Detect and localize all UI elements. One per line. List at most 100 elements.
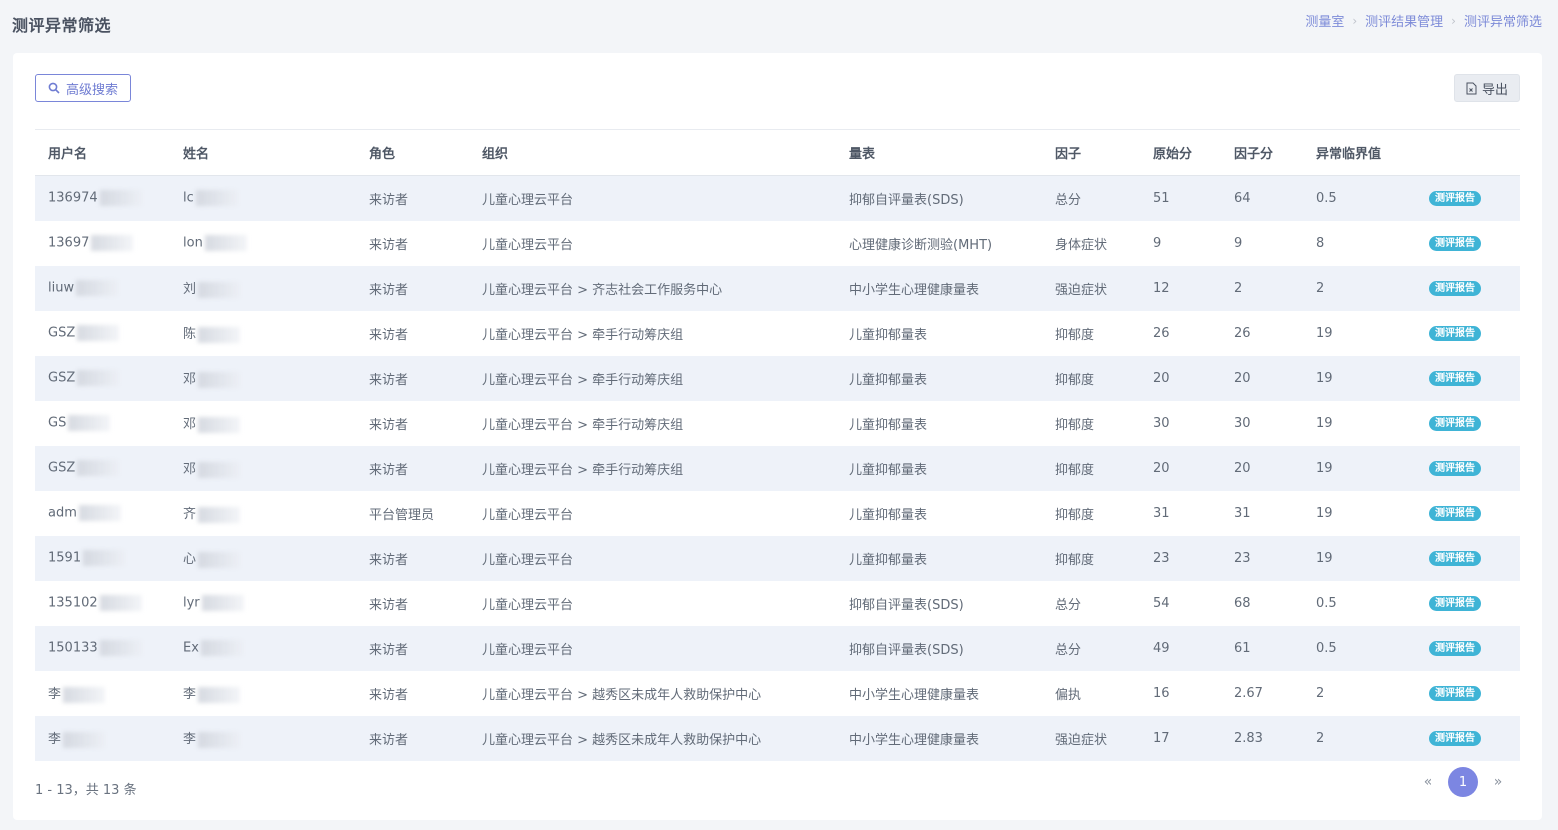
cell-text: 儿童心理云平台 > 越秀区未成年人救助保护中心 [482, 687, 762, 703]
cell-text: 61 [1234, 640, 1251, 656]
cell-role: 来访者 [356, 581, 469, 626]
cell-scale: 中小学生心理健康量表 [836, 716, 1042, 761]
cell-raw-score: 51 [1140, 176, 1221, 221]
pagination-summary: 1 - 13，共 13 条 [35, 783, 137, 798]
report-badge-button[interactable]: 测评报告 [1429, 236, 1481, 251]
column-header-factor[interactable]: 因子 [1042, 130, 1140, 176]
cell-threshold: 19 [1303, 536, 1416, 581]
redaction-mask [198, 371, 241, 388]
report-badge-button[interactable]: 测评报告 [1429, 731, 1481, 746]
cell-threshold: 0.5 [1303, 581, 1416, 626]
report-badge-button[interactable]: 测评报告 [1429, 461, 1481, 476]
column-header-factor-score[interactable]: 因子分 [1221, 130, 1303, 176]
next-page-button[interactable]: » [1484, 774, 1512, 790]
report-badge-button[interactable]: 测评报告 [1429, 596, 1481, 611]
cell-name: lyr [170, 581, 356, 626]
column-header-username[interactable]: 用户名 [35, 130, 170, 176]
cell-text: 儿童心理云平台 > 牵手行动筹庆组 [482, 372, 684, 388]
cell-text: 强迫症状 [1055, 282, 1108, 298]
cell-text: 19 [1316, 550, 1333, 566]
cell-text: 9 [1234, 235, 1243, 251]
column-header-role[interactable]: 角色 [356, 130, 469, 176]
cell-text: 中小学生心理健康量表 [849, 687, 980, 703]
report-badge-button[interactable]: 测评报告 [1429, 326, 1481, 341]
cell-threshold: 2 [1303, 671, 1416, 716]
cell-text: 儿童抑郁量表 [849, 507, 928, 523]
cell-username: 李 [35, 716, 170, 761]
cell-factor-score: 68 [1221, 581, 1303, 626]
cell-threshold: 2 [1303, 266, 1416, 311]
table-row: GSZ 陈 来访者 儿童心理云平台 > 牵手行动筹庆组 儿童抑郁量表 抑郁度 26 26 19 测… [35, 310, 1520, 356]
export-button[interactable]: 导出 [1454, 74, 1520, 102]
breadcrumb-item-result-management[interactable]: 测评结果管理 [1365, 11, 1443, 30]
table-row: GSZ 邓 来访者 儿童心理云平台 > 牵手行动筹庆组 儿童抑郁量表 抑郁度 20 20 19 测… [35, 355, 1520, 401]
breadcrumb-item-measure-room[interactable]: 测量室 [1305, 11, 1344, 30]
cell-role: 来访者 [356, 356, 469, 401]
cell-text: 中小学生心理健康量表 [849, 732, 980, 748]
column-header-name[interactable]: 姓名 [170, 130, 356, 176]
cell-organization: 儿童心理云平台 > 牵手行动筹庆组 [469, 311, 836, 356]
cell-factor-score: 2.83 [1221, 716, 1303, 761]
cell-text: 齐 [183, 507, 197, 523]
cell-text: 23 [1153, 550, 1170, 566]
advanced-search-button[interactable]: 高级搜索 [35, 74, 131, 102]
report-badge-button[interactable]: 测评报告 [1429, 416, 1481, 431]
report-badge-button[interactable]: 测评报告 [1429, 506, 1481, 521]
redaction-mask [63, 731, 106, 748]
column-header-raw-score[interactable]: 原始分 [1140, 130, 1221, 176]
cell-scale: 抑郁自评量表(SDS) [836, 626, 1042, 671]
file-export-icon [1466, 82, 1477, 95]
cell-role: 来访者 [356, 671, 469, 716]
cell-text: 20 [1153, 370, 1170, 386]
redaction-mask [198, 461, 241, 478]
redaction-mask [198, 551, 241, 568]
cell-text: 儿童心理云平台 [482, 507, 574, 523]
table-row: 135102 lyr 来访者 儿童心理云平台 抑郁自评量表(SDS) 总分 54 68 0.5 测… [35, 580, 1520, 626]
cell-threshold: 8 [1303, 221, 1416, 266]
cell-threshold: 0.5 [1303, 626, 1416, 671]
column-header-threshold[interactable]: 异常临界值 [1303, 130, 1416, 176]
cell-text: 来访者 [369, 237, 409, 253]
redaction-mask [198, 506, 241, 523]
cell-text: 19 [1316, 460, 1333, 476]
cell-organization: 儿童心理云平台 [469, 536, 836, 581]
cell-text: 儿童心理云平台 [482, 237, 574, 253]
cell-username: adm [35, 491, 170, 536]
cell-text: 8 [1316, 235, 1325, 251]
cell-text: 儿童抑郁量表 [849, 462, 928, 478]
report-badge-button[interactable]: 测评报告 [1429, 641, 1481, 656]
column-header-scale[interactable]: 量表 [836, 130, 1042, 176]
report-badge-button[interactable]: 测评报告 [1429, 191, 1481, 207]
cell-scale: 儿童抑郁量表 [836, 536, 1042, 581]
cell-text: 来访者 [369, 597, 409, 613]
redaction-mask [91, 235, 134, 251]
cell-text: 心理健康诊断测验(MHT) [849, 237, 993, 253]
results-table: 用户名 姓名 角色 组织 量表 因子 原始分 因子分 异常临界值 136974 l… [35, 129, 1520, 761]
cell-text: GSZ [48, 325, 76, 341]
table-row: GS 邓 来访者 儿童心理云平台 > 牵手行动筹庆组 儿童抑郁量表 抑郁度 30 30 19 测评… [35, 400, 1520, 446]
cell-factor: 抑郁度 [1042, 356, 1140, 401]
cell-text: 抑郁度 [1055, 417, 1095, 433]
cell-factor-score: 20 [1221, 446, 1303, 491]
cell-username: GSZ [35, 446, 170, 491]
cell-report: 测评报告 [1416, 266, 1520, 311]
redaction-mask [195, 190, 238, 207]
redaction-mask [198, 281, 241, 298]
column-header-organization[interactable]: 组织 [469, 130, 836, 176]
report-badge-button[interactable]: 测评报告 [1429, 281, 1481, 296]
report-badge-button[interactable]: 测评报告 [1429, 371, 1481, 386]
cell-text: 来访者 [369, 687, 409, 703]
cell-text: 30 [1153, 415, 1170, 431]
cell-factor: 强迫症状 [1042, 266, 1140, 311]
cell-text: 64 [1234, 190, 1251, 206]
cell-role: 来访者 [356, 266, 469, 311]
cell-name: 李 [170, 671, 356, 716]
report-badge-button[interactable]: 测评报告 [1429, 551, 1481, 566]
page-button-current[interactable]: 1 [1448, 767, 1478, 797]
prev-page-button[interactable]: « [1414, 774, 1442, 790]
cell-report: 测评报告 [1416, 356, 1520, 401]
report-badge-button[interactable]: 测评报告 [1429, 686, 1481, 701]
cell-text: 2.67 [1234, 685, 1263, 701]
cell-factor: 偏执 [1042, 671, 1140, 716]
cell-text: GS [48, 415, 67, 431]
